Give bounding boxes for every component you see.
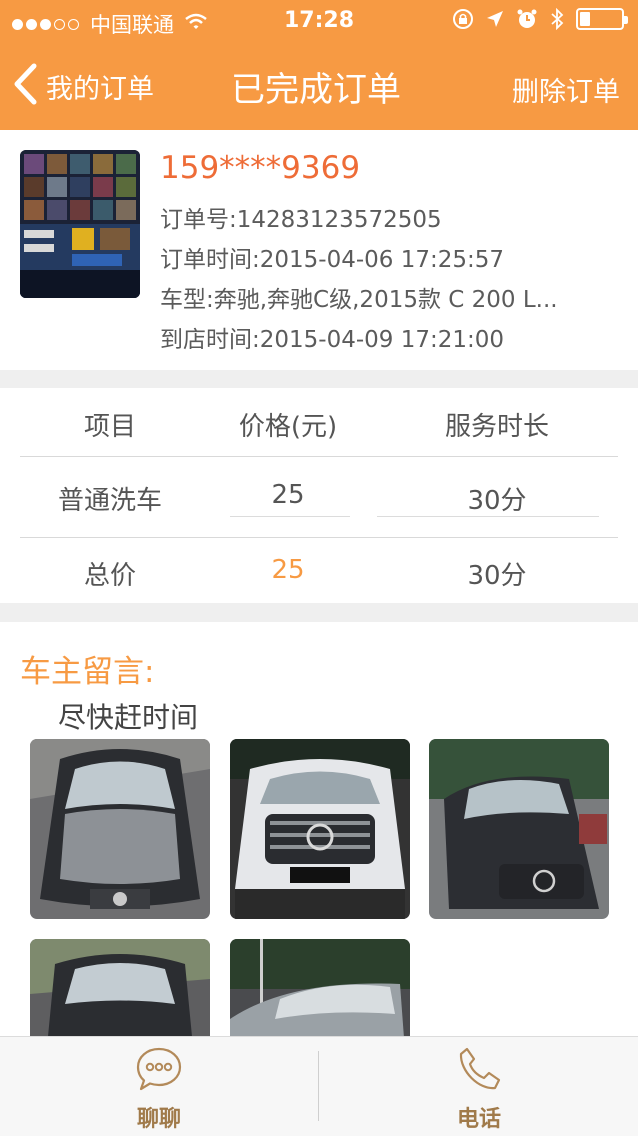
rotation-lock-icon [452, 8, 474, 30]
order-time: 订单时间:2015-04-06 17:25:57 [160, 247, 505, 273]
arrival-time: 到店时间:2015-04-09 17:21:00 [160, 327, 505, 353]
table-total-row: 总价 25 30分 [20, 555, 618, 592]
header: 中国联通 17:28 我的订单 已完成订单 删除订单 [0, 0, 638, 130]
bluetooth-icon [550, 8, 564, 30]
bottom-tab-bar: 聊聊 电话 [0, 1036, 638, 1136]
tab-divider [318, 1051, 319, 1121]
table-header-row: 项目 价格(元) 服务时长 [20, 406, 618, 443]
customer-phone: 159****9369 [160, 150, 361, 186]
row-item-name: 普通洗车 [57, 486, 162, 516]
alarm-icon [516, 8, 538, 30]
duration-underline [377, 516, 599, 517]
table-divider [20, 537, 618, 538]
battery-icon [576, 8, 628, 30]
chat-tab-label: 聊聊 [136, 1107, 181, 1132]
column-header-price: 价格(元) [238, 412, 338, 442]
column-header-duration: 服务时长 [444, 412, 549, 442]
owner-message-section: 车主留言: 尽快赶时间 [0, 622, 638, 1119]
column-header-item: 项目 [83, 412, 136, 442]
message-text: 尽快赶时间 [58, 701, 199, 734]
table-divider [20, 456, 618, 457]
customer-avatar [20, 150, 140, 298]
phone-tab-label: 电话 [456, 1107, 501, 1132]
table-row: 普通洗车 25 30分 [20, 480, 618, 517]
row-price: 25 [271, 480, 305, 510]
delete-order-button[interactable]: 删除订单 [512, 70, 620, 109]
order-number: 订单号:14283123572505 [160, 207, 442, 233]
price-table: 项目 价格(元) 服务时长 普通洗车 25 30分 总价 25 30分 [0, 388, 638, 603]
message-title: 车主留言: [20, 654, 155, 690]
status-bar: 中国联通 17:28 [0, 0, 638, 42]
phone-tab[interactable]: 电话 [320, 1037, 638, 1136]
car-photo-2[interactable] [230, 739, 410, 919]
battery-level [580, 12, 590, 26]
car-photo-3[interactable] [429, 739, 609, 919]
total-price: 25 [271, 555, 305, 585]
phone-icon [455, 1045, 503, 1093]
car-model: 车型:奔驰,奔驰C级,2015款 C 200 L... [160, 287, 558, 313]
order-info-card: 159****9369 订单号:14283123572505 订单时间:2015… [0, 130, 638, 370]
price-underline [230, 516, 350, 517]
total-duration: 30分 [467, 561, 527, 591]
status-right [440, 8, 628, 30]
location-icon [486, 10, 504, 28]
car-photo-1[interactable] [30, 739, 210, 919]
chat-bubble-icon [135, 1045, 183, 1093]
row-duration: 30分 [467, 486, 527, 516]
chat-tab[interactable]: 聊聊 [0, 1037, 318, 1136]
total-label: 总价 [83, 561, 136, 591]
nav-bar: 我的订单 已完成订单 删除订单 [0, 42, 638, 130]
